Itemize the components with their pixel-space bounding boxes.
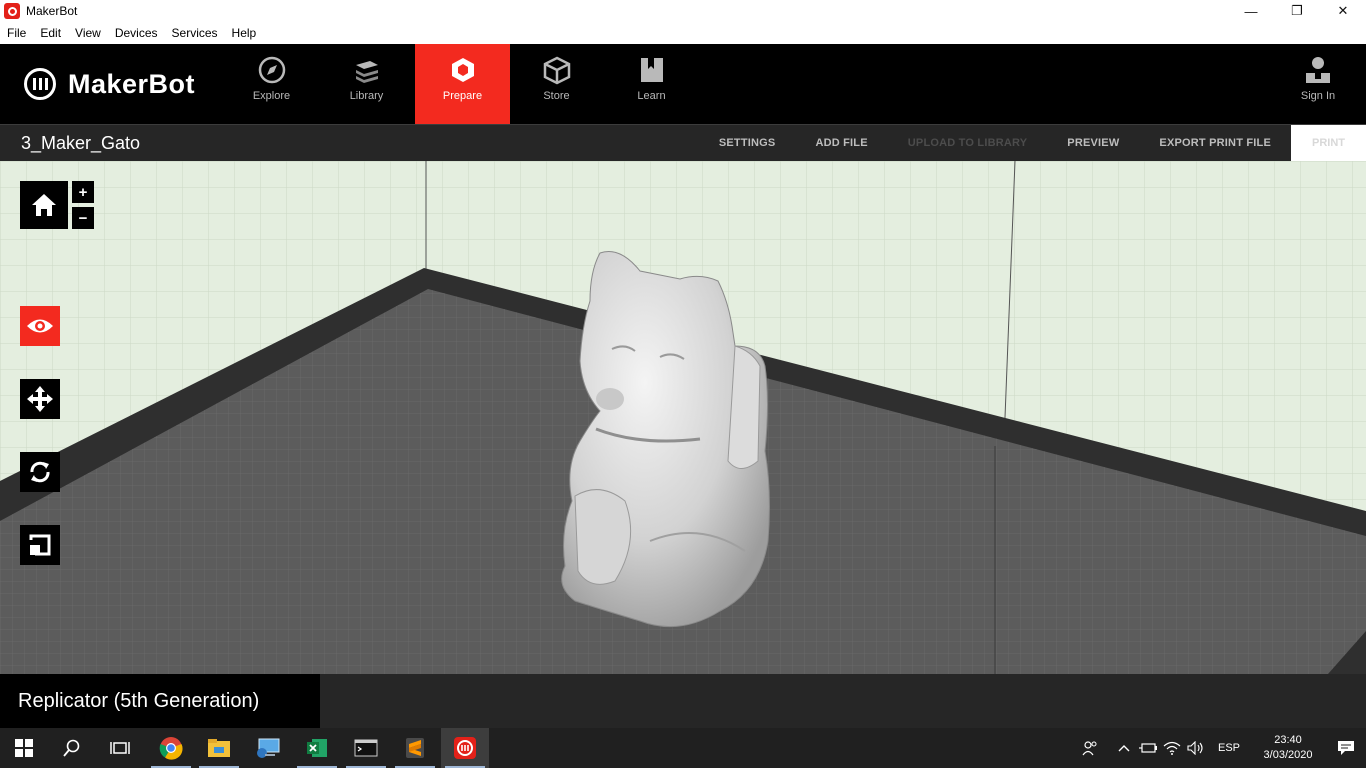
terminal-taskbar-app[interactable] (342, 728, 390, 768)
tab-label: Learn (637, 90, 666, 102)
start-button[interactable] (0, 728, 48, 768)
tab-label: Explore (252, 90, 291, 102)
excel-icon (307, 739, 327, 757)
clock-date: 3/03/2020 (1263, 749, 1313, 761)
excel-taskbar-app[interactable] (293, 728, 341, 768)
3d-viewport[interactable]: + − (0, 161, 1366, 674)
sublime-text-taskbar-app[interactable] (391, 728, 439, 768)
scale-tool-button[interactable] (20, 525, 60, 565)
minimize-button[interactable]: — (1228, 0, 1274, 22)
search-button[interactable] (48, 728, 96, 768)
tab-label: Library (349, 90, 384, 102)
tab-label: Store (543, 90, 570, 102)
project-actions: SETTINGS ADD FILE UPLOAD TO LIBRARY PREV… (699, 125, 1366, 161)
preview-button[interactable]: PREVIEW (1047, 137, 1139, 149)
menu-edit[interactable]: Edit (33, 22, 68, 44)
battery-plug-icon[interactable] (1136, 728, 1160, 768)
close-button[interactable]: ✕ (1320, 0, 1366, 22)
menu-help[interactable]: Help (225, 22, 264, 44)
restore-button[interactable]: ❐ (1274, 0, 1320, 22)
upload-to-library-button[interactable]: UPLOAD TO LIBRARY (888, 137, 1048, 149)
rotate-tool-button[interactable] (20, 452, 60, 492)
menu-bar: File Edit View Devices Services Help (0, 22, 1366, 44)
eye-icon (27, 319, 53, 333)
clock-time: 23:40 (1274, 734, 1302, 746)
menu-devices[interactable]: Devices (108, 22, 165, 44)
rotate-icon (30, 461, 50, 483)
printer-status-bar: Replicator (5th Generation) (0, 674, 1366, 728)
build-volume-scene (0, 161, 1366, 674)
network-taskbar-app[interactable] (244, 728, 292, 768)
sign-in-label: Sign In (1300, 90, 1336, 102)
settings-button[interactable]: SETTINGS (699, 137, 796, 149)
wifi-icon[interactable] (1160, 728, 1184, 768)
menu-file[interactable]: File (0, 22, 33, 44)
search-icon (63, 739, 80, 757)
prepare-icon (448, 55, 478, 85)
tab-learn[interactable]: Learn (604, 44, 699, 124)
start-icon (15, 739, 33, 757)
file-explorer-icon (208, 739, 230, 757)
menu-services[interactable]: Services (165, 22, 225, 44)
windows-taskbar: ESP 23:40 3/03/2020 (0, 728, 1366, 768)
file-explorer-taskbar-app[interactable] (195, 728, 243, 768)
chevron-up-icon[interactable] (1112, 728, 1136, 768)
project-file-name: 3_Maker_Gato (21, 133, 141, 153)
task-view-button[interactable] (96, 728, 144, 768)
sign-in-button[interactable]: Sign In (1270, 44, 1366, 124)
tab-store[interactable]: Store (509, 44, 604, 124)
library-icon (352, 55, 382, 85)
home-icon (32, 194, 56, 216)
compass-icon (257, 55, 287, 85)
makerbot-logo-icon (24, 68, 56, 100)
move-tool-button[interactable] (20, 379, 60, 419)
window-controls: — ❐ ✕ (1228, 0, 1366, 22)
brand-logo: MakerBot (24, 68, 195, 100)
terminal-icon (354, 739, 378, 757)
task-view-icon (110, 742, 130, 754)
print-button[interactable]: PRINT (1291, 125, 1366, 161)
chrome-taskbar-app[interactable] (147, 728, 195, 768)
taskbar-clock[interactable]: 23:40 3/03/2020 (1250, 733, 1326, 763)
store-box-icon (542, 55, 572, 85)
book-icon (637, 55, 667, 85)
action-center-button[interactable] (1326, 728, 1366, 768)
add-file-button[interactable]: ADD FILE (795, 137, 887, 149)
tab-explore[interactable]: Explore (224, 44, 319, 124)
system-tray: ESP 23:40 3/03/2020 (1078, 728, 1366, 768)
network-icon (257, 738, 280, 758)
makerbot-taskbar-app[interactable] (441, 728, 489, 768)
export-print-file-button[interactable]: EXPORT PRINT FILE (1139, 137, 1291, 149)
top-navigation: MakerBot Explore Library Prepare Store L… (0, 44, 1366, 124)
project-header: 3_Maker_Gato SETTINGS ADD FILE UPLOAD TO… (0, 124, 1366, 161)
notification-icon (1338, 741, 1354, 755)
move-arrows-icon (27, 386, 53, 412)
sublime-text-icon (406, 738, 424, 758)
language-indicator[interactable]: ESP (1208, 742, 1250, 754)
menu-view[interactable]: View (68, 22, 108, 44)
scale-icon (29, 534, 51, 556)
zoom-in-button[interactable]: + (72, 181, 94, 203)
tab-prepare[interactable]: Prepare (415, 44, 510, 124)
window-title: MakerBot (26, 4, 78, 18)
home-view-button[interactable] (20, 181, 68, 229)
user-icon (1303, 55, 1333, 85)
makerbot-icon (454, 737, 476, 759)
people-icon[interactable] (1078, 728, 1102, 768)
tab-library[interactable]: Library (319, 44, 414, 124)
chrome-icon (159, 737, 183, 760)
printer-selector[interactable]: Replicator (5th Generation) (0, 674, 320, 728)
tab-label: Prepare (442, 90, 483, 102)
view-mode-button[interactable] (20, 306, 60, 346)
brand-name: MakerBot (68, 68, 196, 99)
makerbot-app-icon (4, 3, 20, 19)
window-titlebar: MakerBot — ❐ ✕ (0, 0, 1366, 22)
zoom-out-button[interactable]: − (72, 207, 94, 229)
volume-icon[interactable] (1184, 728, 1208, 768)
